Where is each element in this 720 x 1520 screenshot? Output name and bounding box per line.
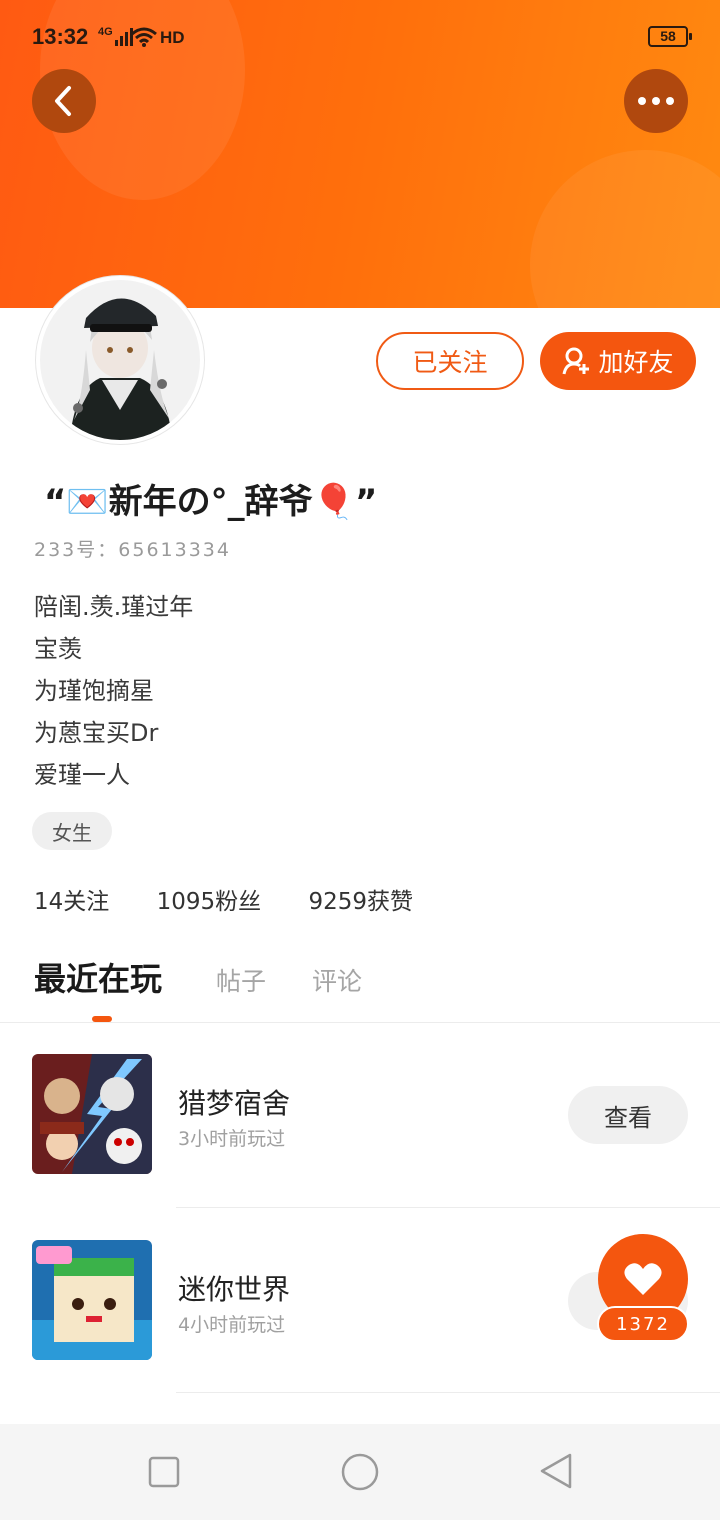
status-bar: 13:32 4G HD 58 [32, 22, 692, 52]
back-nav-icon[interactable] [538, 1452, 574, 1490]
bio-line: 为瑾饱摘星 [34, 677, 154, 705]
divider [176, 1392, 720, 1393]
status-time: 13:32 [32, 24, 89, 49]
tab-recently-played[interactable]: 最近在玩 [34, 954, 162, 1000]
wifi-icon [131, 27, 157, 47]
user-id: 233号：65613334 [34, 539, 231, 561]
avatar[interactable] [36, 276, 204, 444]
hd-indicator: HD [160, 28, 185, 47]
profile-stats: 14关注 1095粉丝 9259获赞 [34, 882, 453, 916]
game-icon [32, 1054, 152, 1174]
following-count[interactable]: 14关注 [34, 889, 109, 915]
home-icon[interactable] [340, 1452, 380, 1492]
game-name: 猎梦宿舍 [178, 1087, 291, 1120]
view-game-button[interactable]: 查看 [568, 1086, 688, 1144]
bio-line: 爱瑾一人 [34, 761, 130, 789]
battery-icon: 58 [648, 26, 692, 47]
profile-bio: 陪闺.羡.瑾过年 宝羡 为瑾饱摘星 为蒽宝买Dr 爱瑾一人 [34, 586, 193, 796]
tab-comments[interactable]: 评论 [312, 962, 362, 998]
add-friend-label: 加好友 [598, 348, 674, 377]
like-count: 1372 [597, 1306, 689, 1342]
bio-line: 陪闺.羡.瑾过年 [34, 593, 194, 621]
more-dots-icon [638, 97, 674, 105]
game-list-item[interactable]: 猎梦宿舍 3小时前玩过 查看 [0, 1022, 720, 1208]
heart-icon [624, 1263, 662, 1295]
game-icon [32, 1240, 152, 1360]
followed-button[interactable]: 已关注 [376, 332, 524, 390]
bio-line: 为蒽宝买Dr [34, 719, 159, 747]
game-last-played: 3小时前玩过 [178, 1128, 286, 1150]
profile-nickname: “💌新年の°_辞爷🎈” [44, 482, 378, 522]
game-last-played: 4小时前玩过 [178, 1314, 286, 1336]
back-button[interactable] [32, 69, 96, 133]
banner-decoration [530, 150, 720, 308]
add-friend-button[interactable]: 加好友 [540, 332, 696, 390]
gender-tag: 女生 [32, 812, 112, 850]
recents-icon[interactable] [148, 1456, 180, 1488]
chevron-left-icon [55, 86, 71, 116]
fans-count[interactable]: 1095粉丝 [157, 889, 262, 915]
tab-posts[interactable]: 帖子 [216, 962, 266, 998]
likes-count: 9259获赞 [308, 889, 413, 915]
add-user-icon [563, 347, 590, 375]
system-nav-bar [0, 1424, 720, 1520]
bio-line: 宝羡 [34, 635, 82, 663]
avatar-image [40, 280, 200, 440]
network-type: 4G [98, 26, 113, 38]
game-name: 迷你世界 [178, 1273, 291, 1306]
more-button[interactable] [624, 69, 688, 133]
